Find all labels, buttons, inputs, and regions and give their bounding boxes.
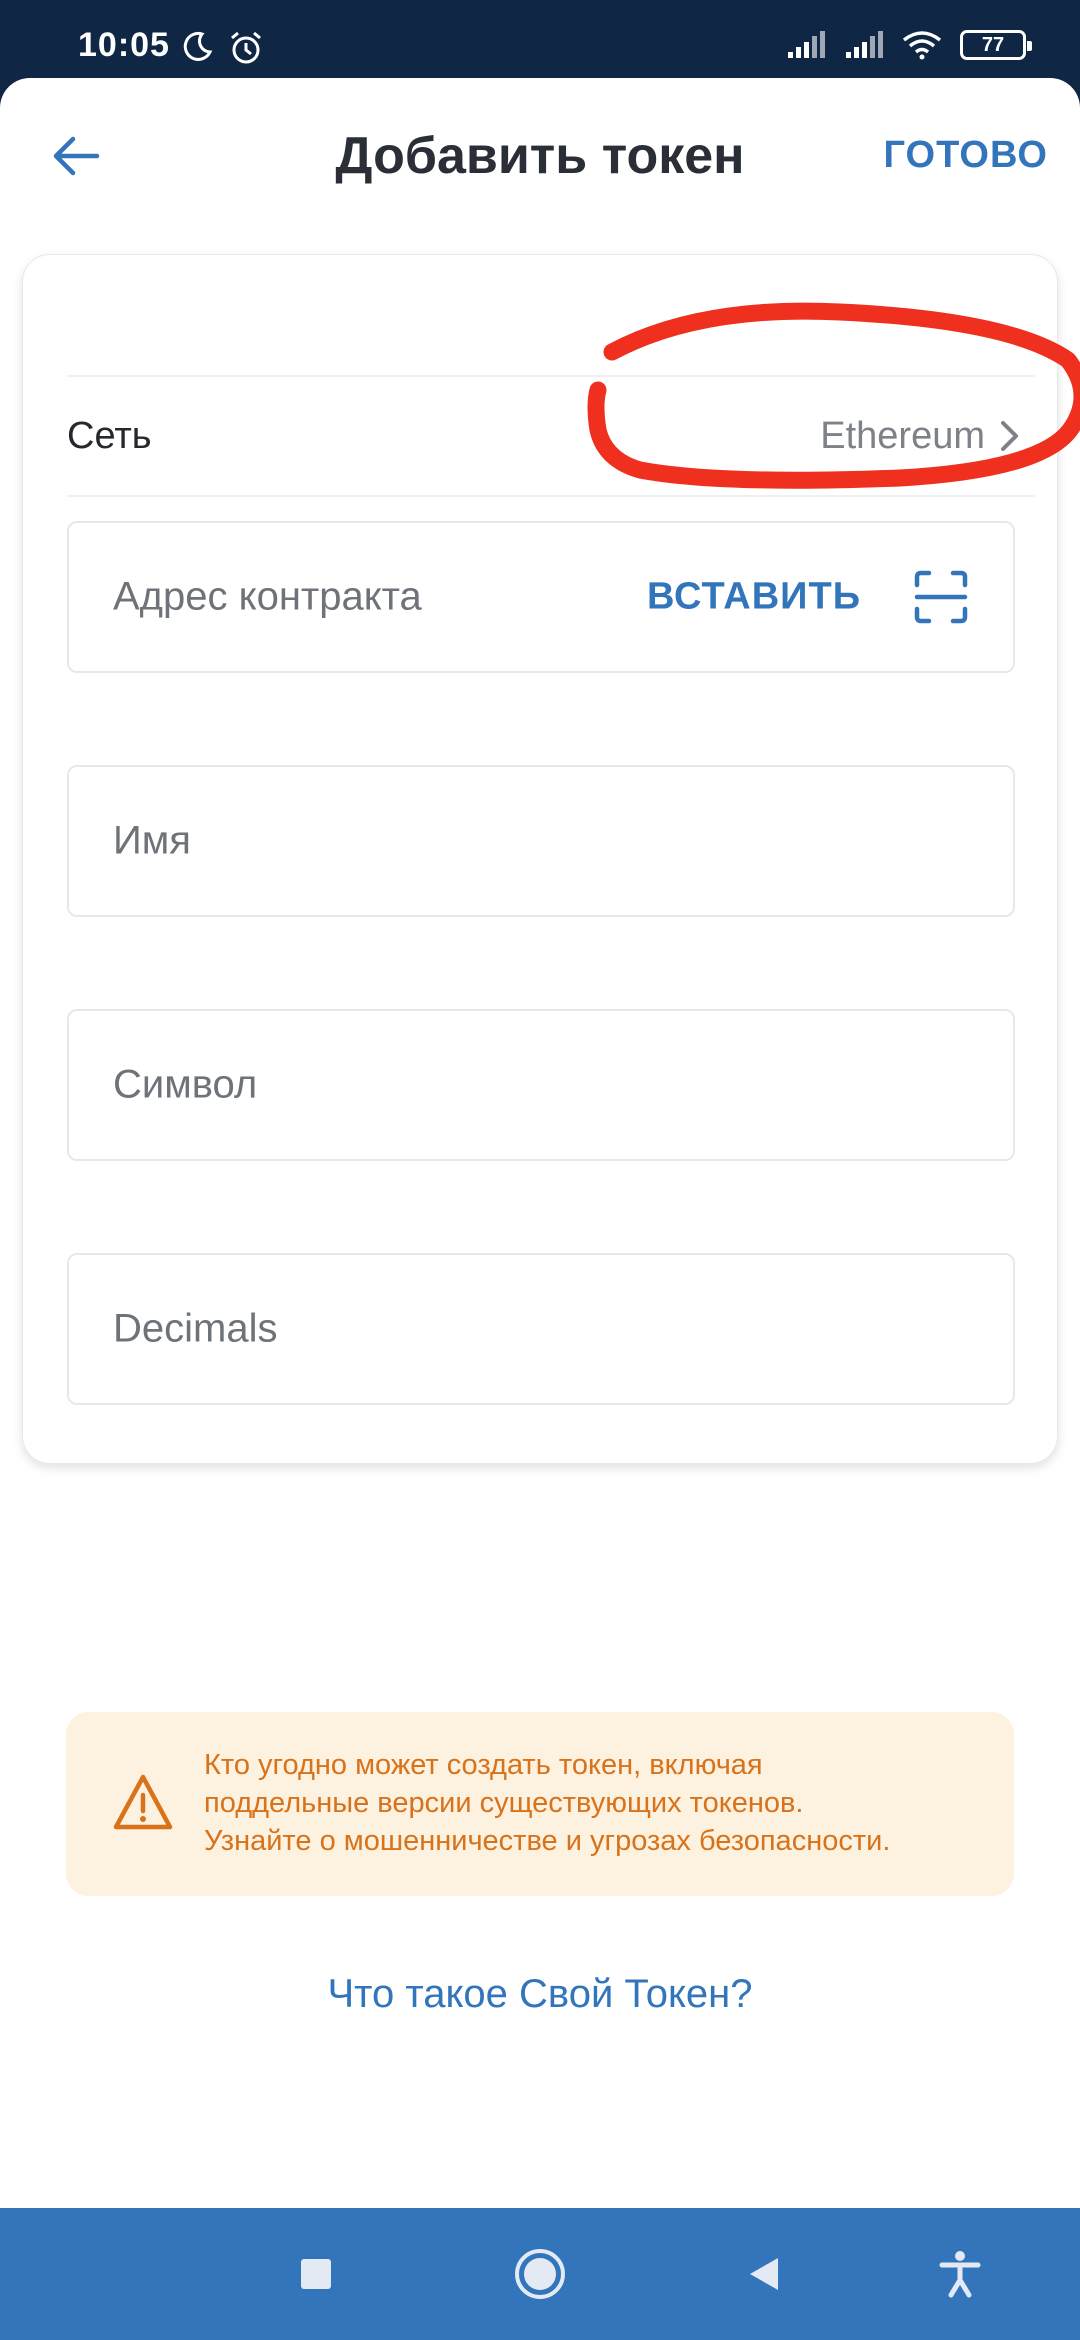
recents-button[interactable]	[286, 2244, 346, 2304]
circle-icon	[515, 2249, 565, 2299]
battery-icon: 77	[960, 30, 1032, 60]
contract-address-placeholder: Адрес контракта	[113, 574, 422, 619]
status-time: 10:05	[78, 26, 170, 64]
signal-icon	[846, 31, 883, 58]
network-value: Ethereum	[820, 414, 985, 457]
alarm-icon	[231, 31, 261, 64]
warning-line: Узнайте о мошенничестве и угрозах безопа…	[204, 1825, 891, 1857]
warning-line: Кто угодно может создать токен, включая	[204, 1749, 763, 1781]
network-label: Сеть	[67, 414, 152, 457]
decimals-placeholder: Decimals	[113, 1306, 278, 1351]
warning-icon	[113, 1774, 173, 1830]
paste-button[interactable]: ВСТАВИТЬ	[647, 576, 861, 619]
divider	[67, 375, 1035, 377]
decimals-field[interactable]: Decimals	[67, 1253, 1015, 1405]
signal-icon	[788, 31, 825, 58]
accessibility-icon	[939, 2251, 981, 2298]
status-bar: 10:05 77	[0, 0, 1080, 80]
status-icons-left	[180, 30, 264, 66]
system-nav-bar	[0, 2208, 1080, 2340]
what-is-custom-token-link[interactable]: Что такое Свой Токен?	[0, 1972, 1080, 2017]
symbol-field[interactable]: Символ	[67, 1009, 1015, 1161]
done-button[interactable]: ГОТОВО	[884, 134, 1048, 177]
warning-text: Кто угодно может создать токен, включая …	[204, 1746, 994, 1860]
warning-banner: Кто угодно может создать токен, включая …	[66, 1712, 1014, 1896]
token-form-card: Сеть Ethereum Адрес контракта ВСТАВИТЬ И…	[22, 254, 1058, 1464]
network-value-wrap: Ethereum	[820, 415, 1035, 458]
moon-icon	[183, 31, 213, 61]
header: Добавить токен ГОТОВО	[0, 78, 1080, 238]
chevron-right-icon	[1001, 421, 1018, 451]
triangle-left-icon	[750, 2258, 778, 2290]
back-nav-button[interactable]	[734, 2244, 794, 2304]
warning-line: поддельные версии существующих токенов.	[204, 1787, 804, 1819]
square-icon	[301, 2259, 331, 2289]
status-icons-right: 77	[786, 30, 1032, 60]
network-selector[interactable]: Сеть Ethereum	[67, 379, 1035, 493]
divider	[67, 495, 1035, 497]
name-field[interactable]: Имя	[67, 765, 1015, 917]
wifi-icon	[902, 31, 942, 60]
name-placeholder: Имя	[113, 818, 191, 863]
accessibility-button[interactable]	[930, 2244, 990, 2304]
contract-address-field[interactable]: Адрес контракта ВСТАВИТЬ	[67, 521, 1015, 673]
home-button[interactable]	[510, 2244, 570, 2304]
symbol-placeholder: Символ	[113, 1062, 258, 1107]
scan-qr-icon[interactable]	[913, 569, 969, 625]
